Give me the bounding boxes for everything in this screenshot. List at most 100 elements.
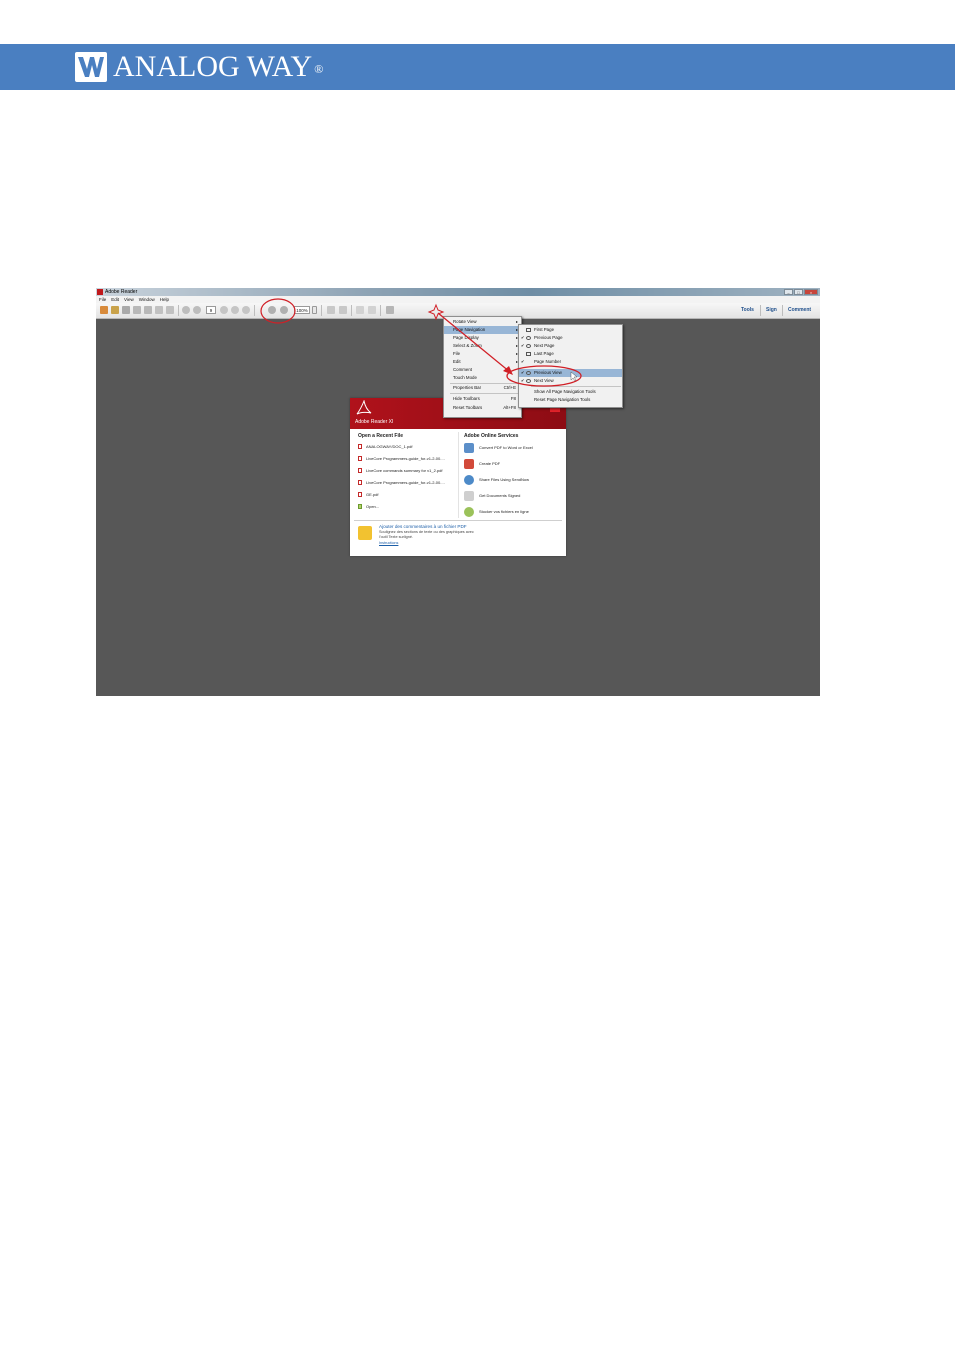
sub-previous-page[interactable]: ✔ Previous Page xyxy=(519,334,622,342)
ctx-reset-toolbars[interactable]: Reset Toolbars Alt+F8 xyxy=(444,404,521,412)
adobe-app-icon xyxy=(97,289,103,295)
recent-files-title: Open a Recent File xyxy=(358,433,404,439)
previous-page-icon[interactable] xyxy=(182,306,190,314)
toolbar-separator xyxy=(380,305,381,316)
rotate-icon[interactable] xyxy=(242,306,250,314)
service-create-pdf[interactable]: Create PDF xyxy=(464,458,564,470)
welcome-screen: Adobe Reader XI Open a Recent File ANALO… xyxy=(350,398,566,556)
next-view-icon xyxy=(526,379,531,383)
create-pdf-icon[interactable] xyxy=(100,306,108,314)
sub-previous-view[interactable]: ✔ Previous View xyxy=(519,369,622,377)
cloud-store-icon xyxy=(464,507,474,517)
close-button[interactable]: × xyxy=(804,289,818,295)
recent-file-item[interactable]: LiveCore commands summary for v1_2.pdf xyxy=(358,467,458,474)
open-icon[interactable] xyxy=(111,306,119,314)
pdf-file-icon xyxy=(358,480,362,485)
comment-icon[interactable] xyxy=(356,306,364,314)
menu-view[interactable]: View xyxy=(124,296,134,303)
menu-file[interactable]: File xyxy=(99,296,106,303)
sub-show-all-tools[interactable]: Show All Page Navigation Tools xyxy=(519,388,622,396)
analog-way-logo-icon xyxy=(75,52,107,82)
ctx-page-navigation[interactable]: Page Navigation ▸ xyxy=(444,326,521,334)
recent-file-item[interactable]: LiveCore Programmers-guide_for-v1-2-00..… xyxy=(358,455,458,462)
sub-page-number[interactable]: ✔ Page Number xyxy=(519,358,622,366)
fill-sign-icon[interactable] xyxy=(386,306,394,314)
menu-help[interactable]: Help xyxy=(160,296,169,303)
ctx-hide-toolbars[interactable]: Hide Toolbars F8 xyxy=(444,395,521,403)
ctx-page-display[interactable]: Page Display ▸ xyxy=(444,334,521,342)
tip-instructions-link[interactable]: Instructions xyxy=(379,541,398,545)
fit-page-icon[interactable] xyxy=(339,306,347,314)
highlight-icon[interactable] xyxy=(368,306,376,314)
acrobat-logo-icon xyxy=(356,400,372,415)
pdf-file-icon xyxy=(358,492,362,497)
page-navigation-submenu: First Page ✔ Previous Page ✔ Next Page Las… xyxy=(518,324,623,408)
toolbar-separator xyxy=(782,305,783,316)
ctx-file[interactable]: File ▸ xyxy=(444,350,521,358)
window-controls: – □ × xyxy=(784,289,818,295)
menu-edit[interactable]: Edit xyxy=(111,296,119,303)
menu-separator xyxy=(450,393,520,394)
sub-next-view[interactable]: ✔ Next View xyxy=(519,377,622,385)
toolbar-context-menu: Rotate View ▸ Page Navigation ▸ Page Displ… xyxy=(443,316,522,418)
sign-button[interactable]: Sign xyxy=(766,303,777,318)
open-folder-icon xyxy=(358,504,362,509)
zoom-field[interactable]: 100% xyxy=(294,306,310,314)
print-icon[interactable] xyxy=(144,306,152,314)
previous-view-icon[interactable] xyxy=(220,306,228,314)
service-store[interactable]: Stocker vos fichiers en ligne xyxy=(464,506,564,518)
recent-file-item[interactable]: LiveCore Programmers-guide_for-v1-2-00..… xyxy=(358,479,458,486)
recent-file-item[interactable]: ANALOGWAY/DOC_1.pdf xyxy=(358,443,458,450)
sub-next-page[interactable]: ✔ Next Page xyxy=(519,342,622,350)
sub-reset-tools[interactable]: Reset Page Navigation Tools xyxy=(519,396,622,404)
pdf-file-icon xyxy=(358,456,362,461)
edit-icon[interactable] xyxy=(122,306,130,314)
toolbar-separator xyxy=(351,305,352,316)
column-divider xyxy=(458,432,459,518)
service-convert[interactable]: Convert PDF to Word or Excel xyxy=(464,442,564,454)
sendnow-icon xyxy=(464,475,474,485)
tools-button[interactable]: Tools xyxy=(741,303,754,318)
pdf-file-icon xyxy=(358,444,362,449)
ctx-touch-mode[interactable]: Touch Mode xyxy=(444,374,521,382)
open-file-item[interactable]: Open... xyxy=(358,503,458,510)
zoom-dropdown-icon[interactable] xyxy=(312,306,317,314)
maximize-button[interactable]: □ xyxy=(794,289,803,295)
product-name: Adobe Reader XI xyxy=(355,419,394,425)
toolbar-separator xyxy=(178,305,179,316)
share-icon[interactable] xyxy=(166,306,174,314)
page-number-field[interactable]: 9 xyxy=(206,306,216,314)
previous-view-icon xyxy=(526,371,531,375)
ctx-select-zoom[interactable]: Select & Zoom ▸ xyxy=(444,342,521,350)
toolbar-separator xyxy=(254,305,255,316)
minimize-button[interactable]: – xyxy=(784,289,793,295)
sub-last-page[interactable]: Last Page xyxy=(519,350,622,358)
ctx-edit[interactable]: Edit ▸ xyxy=(444,358,521,366)
ctx-rotate-view[interactable]: Rotate View ▸ xyxy=(444,318,521,326)
menu-bar: File Edit View Window Help xyxy=(96,296,820,303)
email-icon[interactable] xyxy=(155,306,163,314)
tip-title[interactable]: Ajouter des commentaires à un fichier PD… xyxy=(379,524,467,529)
pdf-file-icon xyxy=(358,468,362,473)
header-banner: ANALOG WAY ® xyxy=(0,44,955,90)
comment-tip-icon xyxy=(358,526,372,540)
menu-window[interactable]: Window xyxy=(139,296,155,303)
menu-separator xyxy=(531,386,621,387)
fit-width-icon[interactable] xyxy=(327,306,335,314)
zoom-out-icon[interactable] xyxy=(268,306,276,314)
next-page-icon[interactable] xyxy=(193,306,201,314)
create-pdf-icon xyxy=(464,459,474,469)
recent-file-item[interactable]: GE.pdf xyxy=(358,491,458,498)
zoom-in-icon[interactable] xyxy=(280,306,288,314)
toolbar-separator xyxy=(321,305,322,316)
save-icon[interactable] xyxy=(133,306,141,314)
service-sign[interactable]: Get Documents Signed xyxy=(464,490,564,502)
ctx-comment[interactable]: Comment xyxy=(444,366,521,374)
service-sendnow[interactable]: Share Files Using SendNow xyxy=(464,474,564,486)
last-page-icon xyxy=(526,352,531,356)
sub-first-page[interactable]: First Page xyxy=(519,326,622,334)
convert-icon xyxy=(464,443,474,453)
comment-button[interactable]: Comment xyxy=(788,303,811,318)
next-view-icon[interactable] xyxy=(231,306,239,314)
ctx-properties-bar[interactable]: Properties Bar Ctrl+E xyxy=(444,384,521,392)
